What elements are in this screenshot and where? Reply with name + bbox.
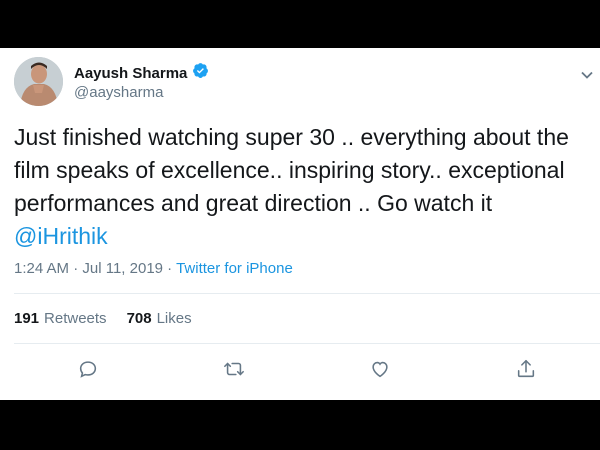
divider (14, 293, 600, 294)
avatar[interactable] (14, 57, 63, 106)
mention-link[interactable]: @iHrithik (14, 220, 589, 253)
chevron-down-icon[interactable] (580, 68, 594, 82)
user-name[interactable]: Aayush Sharma (74, 65, 187, 82)
tweet-source-link[interactable]: Twitter for iPhone (176, 260, 293, 277)
meta-separator: · (163, 260, 177, 277)
retweet-icon[interactable] (223, 358, 247, 382)
meta-separator: · (69, 260, 83, 277)
tweet-text-block: Just finished watching super 30 .. every… (14, 121, 589, 253)
retweets-count: 191 (14, 310, 40, 327)
verified-badge-icon (192, 62, 209, 84)
avatar-image (14, 57, 63, 106)
heart-icon[interactable] (369, 358, 393, 382)
tweet-text: Just finished watching super 30 .. every… (14, 124, 569, 216)
reply-icon[interactable] (77, 358, 101, 382)
retweets-label: Retweets (44, 310, 107, 327)
tweet-stats: 191 Retweets 708 Likes (14, 310, 192, 327)
likes-label: Likes (156, 310, 192, 327)
share-icon[interactable] (515, 358, 539, 382)
divider (14, 343, 600, 344)
likes-count: 708 (126, 310, 152, 327)
retweets-stat[interactable]: 191 Retweets (14, 310, 107, 327)
tweet-card: Aayush Sharma @aaysharma Just finished w… (0, 48, 600, 400)
user-name-row: Aayush Sharma (74, 62, 209, 84)
user-handle[interactable]: @aaysharma (74, 84, 163, 101)
tweet-time[interactable]: 1:24 AM (14, 260, 69, 277)
tweet-meta: 1:24 AM · Jul 11, 2019 · Twitter for iPh… (14, 260, 293, 277)
likes-stat[interactable]: 708 Likes (127, 310, 192, 327)
tweet-date[interactable]: Jul 11, 2019 (82, 260, 163, 277)
